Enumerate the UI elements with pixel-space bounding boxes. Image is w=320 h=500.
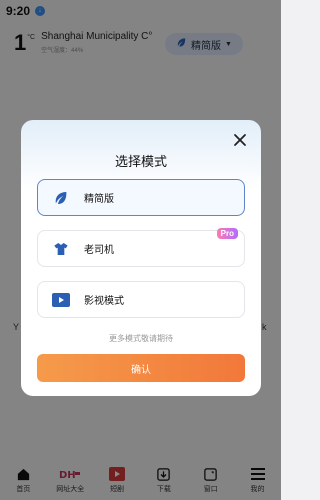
close-icon[interactable] bbox=[232, 132, 248, 148]
option-lite-mode-label: 精简版 bbox=[84, 194, 114, 205]
dialog-title: 选择模式 bbox=[114, 154, 167, 169]
option-veteran-mode-label: 老司机 bbox=[84, 245, 114, 256]
option-video-mode[interactable]: 影视模式 bbox=[37, 281, 245, 318]
option-veteran-mode[interactable]: 老司机 Pro bbox=[37, 228, 245, 267]
leaf-icon bbox=[52, 189, 70, 207]
option-lite-mode[interactable]: 精简版 bbox=[37, 179, 245, 216]
shirt-icon bbox=[52, 240, 70, 258]
more-modes-hint: 更多模式敬请期待 bbox=[109, 334, 173, 343]
mode-select-dialog: 选择模式 精简版 老司机 Pro 影视模式 更多模式敬请期待 确认 bbox=[21, 120, 261, 396]
confirm-button[interactable]: 确认 bbox=[37, 354, 245, 382]
pro-badge: Pro bbox=[216, 228, 238, 239]
play-icon bbox=[52, 291, 70, 309]
option-video-mode-label: 影视模式 bbox=[84, 296, 124, 307]
